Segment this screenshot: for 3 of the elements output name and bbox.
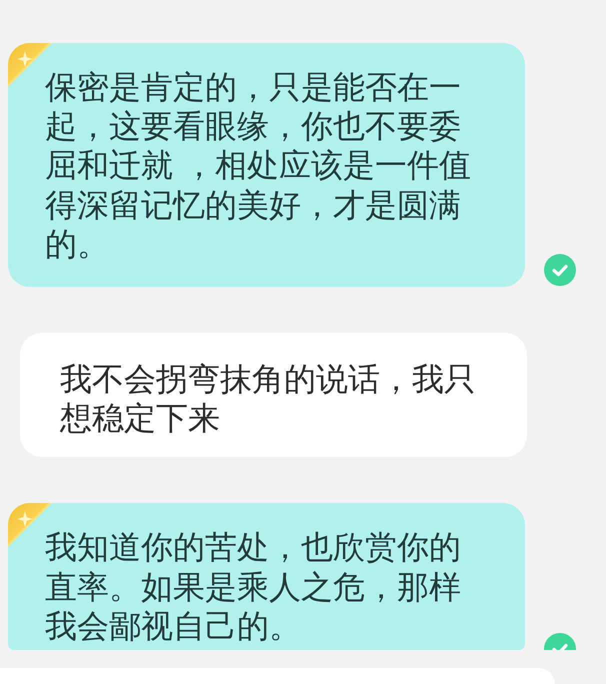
message-text: 我知道你的苦处，也欣赏你的直率。如果是乘人之危，那样我会鄙视自己的。: [45, 528, 462, 646]
message-text: 我不会拐弯抹角的说话，我只想稳定下来: [60, 360, 477, 438]
message-text: 保密是肯定的，只是能否在一起，这要看眼缘，你也不要委屈和迁就 ，相处应该是一件值得深留记忆的美好，才是圆满的。: [45, 68, 472, 264]
